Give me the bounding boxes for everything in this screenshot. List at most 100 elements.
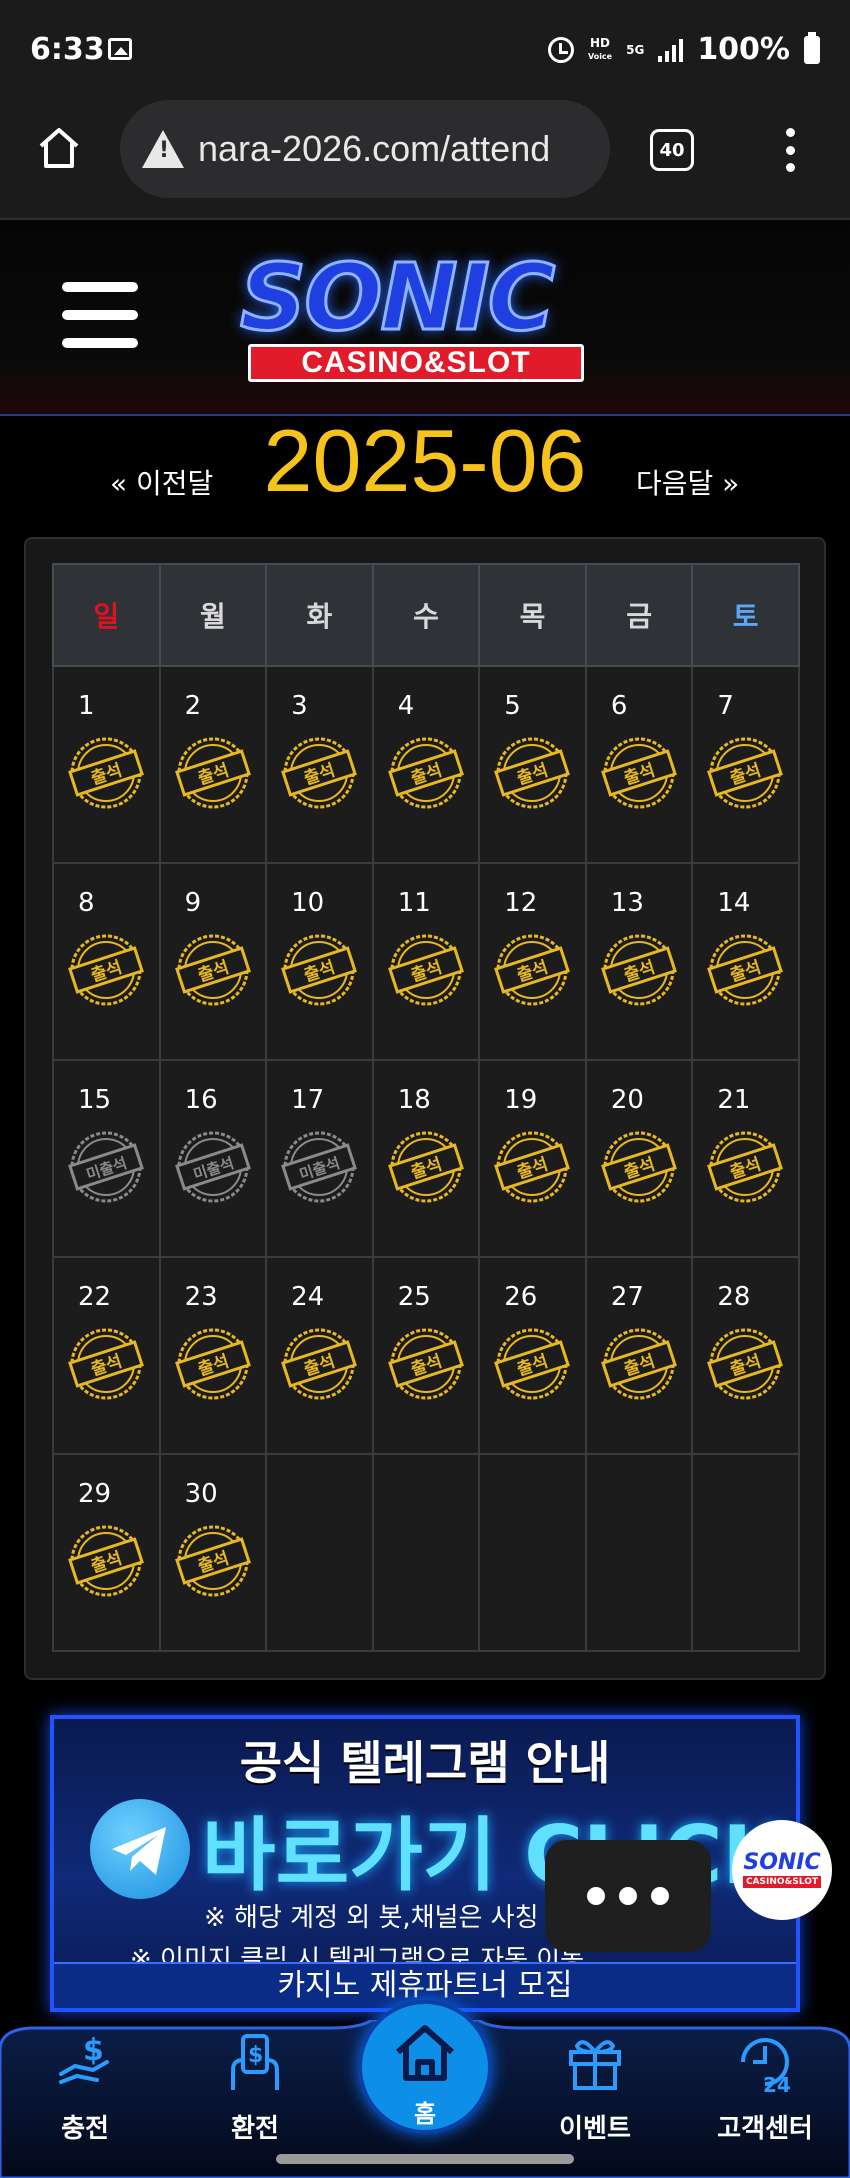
day-number: 25 xyxy=(397,1282,431,1312)
weekday-tuesday: 화 xyxy=(265,563,374,667)
nav-support[interactable]: 24 고객센터 xyxy=(700,2030,830,2160)
voice-label: Voice xyxy=(587,51,613,61)
day-number: 24 xyxy=(291,1282,325,1312)
day-number: 2 xyxy=(184,691,202,721)
day-number: 8 xyxy=(78,888,95,918)
calendar-day-cell[interactable]: 8 출석 xyxy=(52,862,161,1061)
url-text[interactable]: nara-2026.com/attend xyxy=(198,128,550,170)
attendance-stamp-icon: 출석 xyxy=(68,1328,144,1400)
hamburger-menu-icon[interactable] xyxy=(62,282,138,348)
day-number: 7 xyxy=(717,691,734,721)
floating-logo-sub: CASINO&SLOT xyxy=(742,1876,822,1888)
calendar-day-cell[interactable]: 21 출석 xyxy=(691,1059,800,1258)
calendar-day-cell[interactable]: 20 출석 xyxy=(584,1059,694,1258)
attendance-stamp-icon: 출석 xyxy=(707,1328,784,1400)
calendar-day-cell[interactable]: 22 출석 xyxy=(52,1256,161,1455)
attendance-stamp-icon: 출석 xyxy=(68,737,144,809)
not-secure-warning-icon[interactable] xyxy=(142,130,184,168)
absence-stamp-icon: 미출석 xyxy=(281,1131,358,1203)
site-header: SONIC CASINO&SLOT xyxy=(0,220,850,416)
home-icon xyxy=(396,2025,454,2081)
calendar-day-cell[interactable]: 12 출석 xyxy=(478,862,587,1061)
calendar-day-cell[interactable]: 27 출석 xyxy=(584,1256,694,1455)
nav-home[interactable]: 홈 xyxy=(358,2000,492,2134)
calendar-day-cell[interactable]: 28 출석 xyxy=(691,1256,800,1455)
withdraw-icon: $ xyxy=(231,2034,279,2090)
day-number: 27 xyxy=(610,1282,644,1312)
tab-switcher-button[interactable]: 40 xyxy=(650,129,694,171)
nav-event[interactable]: 이벤트 xyxy=(530,2030,660,2160)
address-bar[interactable]: nara-2026.com/attend xyxy=(120,100,610,198)
calendar-day-cell[interactable]: 17 미출석 xyxy=(265,1059,374,1258)
day-number: 3 xyxy=(291,691,308,721)
banner-title: 공식 텔레그램 안내 xyxy=(239,1736,611,1790)
browser-toolbar: nara-2026.com/attend 40 xyxy=(0,100,850,220)
calendar-day-cell[interactable]: 24 출석 xyxy=(265,1256,374,1455)
calendar-day-cell[interactable]: 15 미출석 xyxy=(52,1059,161,1258)
day-number: 21 xyxy=(717,1085,751,1115)
calendar-day-cell[interactable]: 7 출석 xyxy=(691,665,800,864)
calendar-day-cell[interactable]: 26 출석 xyxy=(478,1256,587,1455)
prev-month-link[interactable]: « 이전달 xyxy=(110,462,213,502)
calendar-day-cell[interactable]: 10 출석 xyxy=(265,862,374,1061)
day-number: 30 xyxy=(184,1479,218,1509)
attendance-stamp-icon: 출석 xyxy=(600,737,677,809)
attendance-stamp-icon: 출석 xyxy=(494,1131,571,1203)
attendance-stamp-icon: 출석 xyxy=(494,737,571,809)
calendar-day-cell[interactable]: 6 출석 xyxy=(584,665,694,864)
browser-menu-icon[interactable] xyxy=(780,128,800,172)
calendar-day-cell[interactable]: 25 출석 xyxy=(371,1256,481,1455)
calendar-day-cell[interactable]: 11 출석 xyxy=(371,862,481,1061)
attendance-stamp-icon: 출석 xyxy=(600,1328,677,1400)
calendar-day-cell[interactable]: 16 미출석 xyxy=(158,1059,268,1258)
battery-percent: 100% xyxy=(697,32,790,67)
calendar-day-cell[interactable]: 14 출석 xyxy=(691,862,800,1061)
nav-withdraw[interactable]: $ 환전 xyxy=(190,2030,320,2160)
svg-text:24: 24 xyxy=(763,2073,791,2094)
calendar-day-cell[interactable]: 3 출석 xyxy=(265,665,374,864)
calendar-day-cell[interactable]: 1 출석 xyxy=(52,665,161,864)
calendar-day-cell[interactable]: 23 출석 xyxy=(158,1256,268,1455)
day-number: 23 xyxy=(184,1282,218,1312)
nav-event-label: 이벤트 xyxy=(559,2114,631,2144)
calendar-day-cell[interactable]: 13 출석 xyxy=(584,862,694,1061)
hd-voice-icon: HD Voice xyxy=(588,37,612,63)
nav-withdraw-label: 환전 xyxy=(231,2114,279,2144)
floating-logo-button[interactable]: SONIC CASINO&SLOT xyxy=(732,1820,832,1920)
nav-deposit[interactable]: $ 충전 xyxy=(20,2030,150,2160)
site-logo[interactable]: SONIC CASINO&SLOT xyxy=(228,246,620,382)
calendar-empty-cell xyxy=(691,1453,800,1652)
day-number: 29 xyxy=(78,1479,112,1509)
calendar-day-cell[interactable]: 4 출석 xyxy=(371,665,481,864)
weekday-thursday: 목 xyxy=(478,563,587,667)
attendance-stamp-icon: 출석 xyxy=(68,934,144,1006)
day-number: 19 xyxy=(504,1085,538,1115)
calendar-week-row: 8 출석 9 출석 10 출석 11 출석 12 출석 13 출석 14 출석 xyxy=(52,862,800,1061)
logo-subtitle: CASINO&SLOT xyxy=(248,344,584,382)
svg-text:$: $ xyxy=(83,2033,104,2068)
gesture-bar xyxy=(276,2154,574,2164)
battery-icon xyxy=(804,31,820,64)
floating-more-button[interactable] xyxy=(545,1840,711,1952)
attendance-stamp-icon: 출석 xyxy=(387,1131,464,1203)
attendance-stamp-icon: 출석 xyxy=(494,934,571,1006)
calendar-day-cell[interactable]: 30 출석 xyxy=(158,1453,268,1652)
calendar-day-cell[interactable]: 9 출석 xyxy=(158,862,268,1061)
calendar-grid: 일 월 화 수 목 금 토 1 출석 2 출석 3 출석 4 출석 5 출석 6 출석 7 출석 8 출석 9 출… xyxy=(52,563,800,1652)
attendance-stamp-icon: 출석 xyxy=(387,934,464,1006)
next-month-link[interactable]: 다음달 » xyxy=(636,462,739,502)
day-number: 15 xyxy=(78,1085,112,1115)
attendance-stamp-icon: 출석 xyxy=(174,1328,251,1400)
calendar-day-cell[interactable]: 2 출석 xyxy=(158,665,268,864)
calendar-day-cell[interactable]: 18 출석 xyxy=(371,1059,481,1258)
browser-home-icon[interactable] xyxy=(35,124,83,172)
calendar-day-cell[interactable]: 29 출석 xyxy=(52,1453,161,1652)
nav-deposit-label: 충전 xyxy=(61,2114,109,2144)
day-number: 22 xyxy=(78,1282,112,1312)
day-number: 10 xyxy=(291,888,325,918)
calendar-day-cell[interactable]: 19 출석 xyxy=(478,1059,587,1258)
calendar-day-cell[interactable]: 5 출석 xyxy=(478,665,587,864)
signal-icon xyxy=(658,38,684,62)
attendance-stamp-icon: 출석 xyxy=(281,934,358,1006)
day-number: 18 xyxy=(397,1085,431,1115)
